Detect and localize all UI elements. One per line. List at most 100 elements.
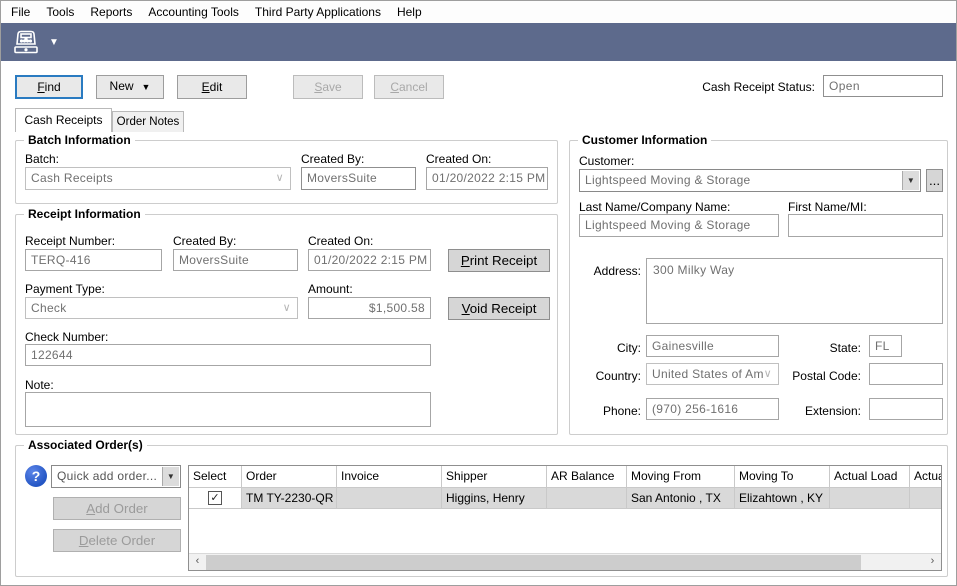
amount-field[interactable]: $1,500.58 [308, 297, 431, 319]
row-select-cell: ✓ [189, 488, 242, 509]
customer-browse-button[interactable]: ... [926, 169, 943, 192]
receipt-number-label: Receipt Number: [25, 234, 115, 248]
batch-value: Cash Receipts [31, 171, 113, 185]
batch-information-title: Batch Information [24, 133, 135, 147]
country-value: United States of Am [652, 367, 764, 381]
row-shipper-cell: Higgins, Henry [442, 488, 547, 509]
payment-type-label: Payment Type: [25, 282, 105, 296]
column-header-actual[interactable]: Actua [910, 466, 942, 488]
receipt-created-on-field[interactable]: 01/20/2022 2:15 PM [308, 249, 431, 271]
new-button[interactable]: New ▼ [96, 75, 164, 99]
receipt-number-field[interactable]: TERQ-416 [25, 249, 162, 271]
first-name-label: First Name/MI: [788, 200, 867, 214]
row-select-checkbox[interactable]: ✓ [208, 491, 222, 505]
column-header-actual-load[interactable]: Actual Load [830, 466, 910, 488]
dropdown-arrow-icon[interactable]: ▼ [902, 171, 919, 190]
batch-created-by-label: Created By: [301, 152, 364, 166]
check-number-field[interactable]: 122644 [25, 344, 431, 366]
scroll-right-icon[interactable]: › [924, 554, 941, 571]
row-order-cell: TM TY-2230-QR [242, 488, 337, 509]
menu-bar: File Tools Reports Accounting Tools Thir… [1, 1, 956, 23]
cancel-button[interactable]: Cancel [374, 75, 444, 99]
menu-help[interactable]: Help [389, 2, 430, 22]
phone-field[interactable]: (970) 256-1616 [646, 398, 779, 420]
column-header-invoice[interactable]: Invoice [337, 466, 442, 488]
country-label: Country: [579, 369, 641, 383]
quick-add-order-select[interactable]: Quick add order... ▼ [51, 465, 181, 488]
dropdown-arrow-icon[interactable]: ▼ [162, 467, 179, 486]
note-field[interactable] [25, 392, 431, 427]
horizontal-scrollbar[interactable]: ‹ › [189, 553, 941, 570]
menu-tools[interactable]: Tools [38, 2, 82, 22]
receipt-information-title: Receipt Information [24, 207, 145, 221]
receipt-created-by-field[interactable]: MoversSuite [173, 249, 298, 271]
menu-file[interactable]: File [3, 2, 38, 22]
cash-receipt-status-label: Cash Receipt Status: [702, 80, 815, 94]
address-label: Address: [579, 264, 641, 278]
cash-receipt-status-value[interactable]: Open [823, 75, 943, 97]
tab-cash-receipts[interactable]: Cash Receipts [15, 108, 112, 132]
row-moving-to-cell: Elizahtown , KY [735, 488, 830, 509]
customer-information-title: Customer Information [578, 133, 711, 147]
payment-type-value: Check [31, 301, 67, 315]
delete-order-button[interactable]: Delete Order [53, 529, 181, 552]
menu-third-party-applications[interactable]: Third Party Applications [247, 2, 389, 22]
column-header-shipper[interactable]: Shipper [442, 466, 547, 488]
address-field[interactable]: 300 Milky Way [646, 258, 943, 324]
row-actual-cell [910, 488, 942, 509]
scroll-left-icon[interactable]: ‹ [189, 554, 206, 571]
last-name-label: Last Name/Company Name: [579, 200, 730, 214]
new-button-label: New [110, 79, 134, 93]
row-moving-from-cell: San Antonio , TX [627, 488, 735, 509]
chevron-down-icon: ∨ [276, 171, 284, 184]
menu-accounting-tools[interactable]: Accounting Tools [140, 2, 247, 22]
note-label: Note: [25, 378, 54, 392]
batch-created-on-field[interactable]: 01/20/2022 2:15 PM [426, 167, 548, 190]
state-field[interactable]: FL [869, 335, 902, 357]
payment-type-select[interactable]: Check ∨ [25, 297, 298, 319]
save-button[interactable]: Save [293, 75, 363, 99]
new-dropdown-icon: ▼ [142, 82, 151, 92]
table-row[interactable]: ✓ TM TY-2230-QR Higgins, Henry San Anton… [189, 488, 942, 509]
add-order-button[interactable]: Add Order [53, 497, 181, 520]
help-icon[interactable]: ? [25, 465, 47, 487]
check-number-label: Check Number: [25, 330, 108, 344]
country-select[interactable]: United States of Am ∨ [646, 363, 779, 385]
menu-reports[interactable]: Reports [82, 2, 140, 22]
amount-label: Amount: [308, 282, 353, 296]
customer-value: Lightspeed Moving & Storage [585, 173, 751, 187]
row-invoice-cell [337, 488, 442, 509]
batch-select[interactable]: Cash Receipts ∨ [25, 167, 291, 190]
void-receipt-button[interactable]: Void Receipt [448, 297, 550, 320]
column-header-order[interactable]: Order [242, 466, 337, 488]
cash-register-icon[interactable] [9, 27, 43, 57]
scrollbar-thumb[interactable] [206, 555, 861, 570]
row-ar-balance-cell [547, 488, 627, 509]
column-header-select[interactable]: Select [189, 466, 242, 488]
batch-label: Batch: [25, 152, 59, 166]
find-button[interactable]: Find [15, 75, 83, 99]
orders-table: Select Order Invoice Shipper AR Balance … [188, 465, 942, 571]
extension-field[interactable] [869, 398, 943, 420]
postal-code-label: Postal Code: [781, 369, 861, 383]
toolbar-dropdown-icon[interactable]: ▼ [49, 37, 59, 48]
batch-created-by-field[interactable]: MoversSuite [301, 167, 416, 190]
print-receipt-button[interactable]: Print Receipt [448, 249, 550, 272]
city-label: City: [579, 341, 641, 355]
app-window: File Tools Reports Accounting Tools Thir… [0, 0, 957, 586]
tab-order-notes[interactable]: Order Notes [112, 111, 184, 132]
column-header-moving-from[interactable]: Moving From [627, 466, 735, 488]
city-field[interactable]: Gainesville [646, 335, 779, 357]
chevron-down-icon: ∨ [283, 301, 291, 314]
column-header-ar-balance[interactable]: AR Balance [547, 466, 627, 488]
first-name-field[interactable] [788, 214, 943, 237]
column-header-moving-to[interactable]: Moving To [735, 466, 830, 488]
postal-code-field[interactable] [869, 363, 943, 385]
customer-select[interactable]: Lightspeed Moving & Storage ▼ [579, 169, 921, 192]
last-name-field[interactable]: Lightspeed Moving & Storage [579, 214, 779, 237]
receipt-created-by-label: Created By: [173, 234, 236, 248]
edit-button[interactable]: Edit [177, 75, 247, 99]
row-actual-load-cell [830, 488, 910, 509]
phone-label: Phone: [579, 404, 641, 418]
quick-add-order-value: Quick add order... [57, 469, 157, 483]
